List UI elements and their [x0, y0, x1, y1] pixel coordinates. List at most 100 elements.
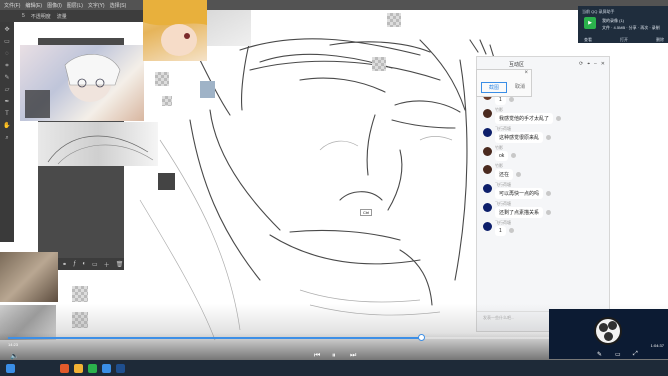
refresh-icon[interactable]: ⟳	[579, 61, 583, 67]
transparent-swatch	[162, 96, 172, 106]
screenshot-popup: × 截图 取消	[476, 69, 532, 97]
message-body: 飞行荷塘 可以再快一点的吗	[495, 182, 552, 199]
avatar[interactable]	[483, 128, 492, 137]
color-swatch	[200, 81, 215, 98]
transparent-swatch	[72, 286, 88, 302]
volume-icon[interactable]: 🔈	[10, 352, 19, 360]
message-body: 飞行荷塘 这种感觉很原来乱	[495, 126, 552, 143]
progress-fill	[8, 337, 421, 339]
transparent-swatch	[372, 57, 386, 71]
chat-window: 互动区 ⟳ ⌖ – ✕ daily喵仔子1竹影我感觉他的手才太乱了飞行荷塘这种感…	[476, 56, 610, 332]
chat-message: 飞行荷塘 1	[477, 220, 609, 236]
avatar[interactable]	[483, 147, 492, 156]
reference-drawing-2	[143, 0, 207, 56]
obs-preview: 1:04:37 ✎ ▭ ⤢	[549, 309, 668, 359]
edit-icon[interactable]: ✎	[597, 351, 602, 358]
pause-icon[interactable]: ⏸	[332, 352, 336, 360]
taskbar	[0, 360, 668, 376]
sender-name: 竹影	[495, 163, 503, 168]
delete-button[interactable]: 删除	[656, 37, 664, 43]
fullscreen-icon[interactable]: ⤢	[633, 351, 638, 358]
reference-image-2	[143, 0, 207, 61]
lasso-tool-icon[interactable]: ◌	[3, 50, 11, 58]
new-layer-icon[interactable]: ＋	[104, 260, 110, 269]
pin-icon[interactable]: ⌖	[587, 61, 590, 67]
chat-title: 互动区	[509, 61, 525, 68]
mask-icon[interactable]: ◐	[82, 261, 86, 267]
obs-logo-icon	[594, 317, 622, 345]
hand-tool-icon[interactable]: ✋	[3, 122, 11, 130]
brush-tool-icon[interactable]: ✎	[3, 74, 11, 82]
avatar[interactable]	[483, 203, 492, 212]
reference-drawing-1	[25, 54, 121, 118]
chat-message: 竹影 ok	[477, 145, 609, 161]
taskbar-app-icon[interactable]	[102, 364, 111, 373]
delete-layer-icon[interactable]: 🗑	[116, 261, 124, 268]
close-icon[interactable]: ×	[524, 70, 528, 76]
transparent-swatch	[387, 13, 401, 27]
brush-size-value[interactable]: 5	[22, 13, 25, 19]
chat-window-controls: ⟳ ⌖ – ✕	[579, 61, 605, 67]
crop-tool-icon[interactable]: ⌗	[3, 62, 11, 70]
cancel-button[interactable]: 取消	[511, 82, 529, 93]
message-body: 竹影 ok	[495, 145, 517, 161]
menu-layer[interactable]: 图层(L)	[67, 2, 83, 9]
taskbar-app-icon[interactable]	[116, 364, 125, 373]
message-body: 竹影 还在	[495, 163, 522, 180]
view-button[interactable]: 查看	[584, 37, 592, 43]
taskbar-app-icon[interactable]	[60, 364, 69, 373]
taskbar-app-icon[interactable]	[74, 364, 83, 373]
message-body: 飞行荷塘 1	[495, 220, 514, 236]
close-icon[interactable]: ✕	[601, 61, 605, 67]
menu-edit[interactable]: 编辑(E)	[25, 2, 42, 9]
eraser-tool-icon[interactable]: ▱	[3, 86, 11, 94]
link-layers-icon[interactable]: ⚭	[62, 261, 67, 268]
screenshot-button[interactable]: 截图	[481, 82, 507, 93]
start-icon[interactable]	[6, 364, 15, 373]
sender-name: 竹影	[495, 107, 503, 112]
message-bubble: 还在	[495, 169, 514, 180]
reference-image-5	[0, 252, 58, 302]
message-bubble: 可以再快一点的吗	[495, 188, 544, 199]
zoom-tool-icon[interactable]: ⌕	[3, 134, 11, 142]
next-icon[interactable]: ⏭	[350, 352, 356, 360]
pen-tool-icon[interactable]: ✒	[3, 98, 11, 106]
progress-track[interactable]	[8, 334, 612, 341]
read-status-icon	[516, 171, 522, 177]
message-body: 飞行荷塘 还剩了点素描关系	[495, 201, 552, 218]
avatar[interactable]	[483, 109, 492, 118]
screen-icon[interactable]: ▭	[615, 351, 621, 358]
photoshop-menubar: 文件(F) 编辑(E) 图像(I) 图层(L) 文字(Y) 选择(S)	[0, 0, 668, 10]
text-tool-icon[interactable]: T	[3, 110, 11, 118]
prev-icon[interactable]: ⏮	[314, 352, 320, 360]
new-group-icon[interactable]: ▭	[92, 261, 98, 268]
sender-name: 竹影	[495, 145, 503, 150]
menu-select[interactable]: 选择(S)	[110, 2, 127, 9]
message-bubble: ok	[495, 151, 509, 161]
move-tool-icon[interactable]: ✥	[3, 26, 11, 34]
avatar[interactable]	[483, 222, 492, 231]
menu-file[interactable]: 文件(F)	[4, 2, 20, 9]
color-swatch	[158, 173, 175, 190]
marquee-tool-icon[interactable]: ▭	[3, 38, 11, 46]
notification-filename: 我的录像 (1)	[602, 18, 624, 23]
minimize-icon[interactable]: –	[594, 61, 597, 67]
open-button[interactable]: 打开	[620, 37, 628, 43]
transparent-swatch	[155, 72, 169, 86]
read-status-icon	[511, 152, 517, 158]
message-list[interactable]: daily喵仔子1竹影我感觉他的手才太乱了飞行荷塘这种感觉很原来乱竹影ok竹影还…	[477, 71, 609, 311]
taskbar-app-icon[interactable]	[88, 364, 97, 373]
cursor-tooltip-text: Ctrl	[363, 210, 370, 215]
fx-icon[interactable]: ƒ	[73, 261, 76, 267]
tool-options-bar: 5 不透明度 流量	[0, 10, 150, 22]
menu-image[interactable]: 图像(I)	[47, 2, 62, 9]
sender-name: 飞行荷塘	[495, 182, 511, 187]
read-status-icon	[556, 115, 562, 121]
menu-type[interactable]: 文字(Y)	[88, 2, 105, 9]
reference-image-4	[38, 122, 158, 166]
avatar[interactable]	[483, 184, 492, 193]
avatar[interactable]	[483, 165, 492, 174]
progress-knob[interactable]	[418, 334, 425, 341]
notification-title: 当前 QQ 录屏助手	[582, 9, 615, 14]
read-status-icon	[546, 209, 552, 215]
